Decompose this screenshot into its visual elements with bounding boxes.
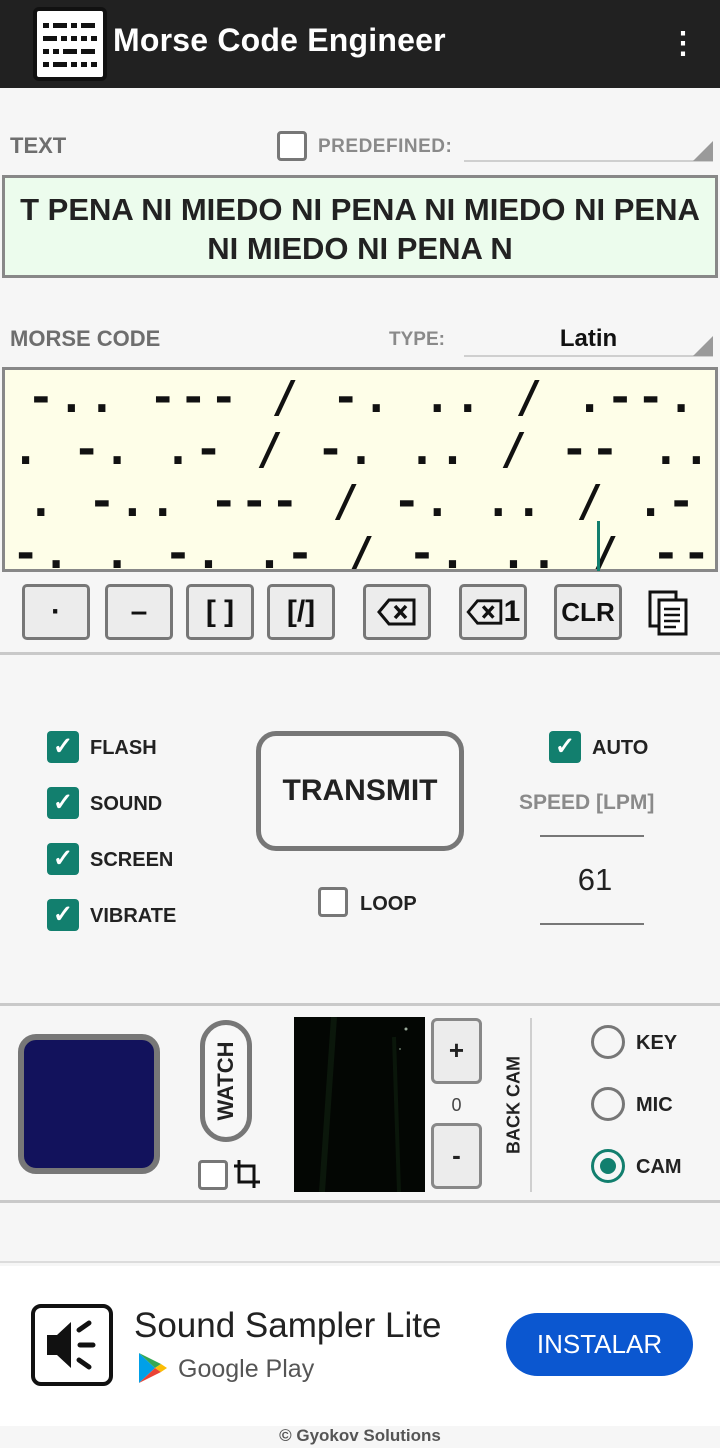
type-spinner[interactable] xyxy=(464,355,713,357)
camera-label: BACK CAM xyxy=(503,1056,524,1154)
crop-icon xyxy=(232,1158,262,1190)
watch-button[interactable]: WATCH xyxy=(200,1020,252,1142)
speed-label: SPEED [LPM] xyxy=(519,791,655,814)
type-spinner-value: Latin xyxy=(559,325,618,352)
morse-code-input[interactable]: -.. --- / -. .. / .--. . -. .- / -. .. /… xyxy=(2,367,718,572)
zoom-in-button[interactable]: + xyxy=(431,1018,482,1084)
backspace-icon xyxy=(466,599,502,625)
flash-label: FLASH xyxy=(90,737,157,759)
speed-input[interactable]: 61 xyxy=(540,862,650,898)
spinner-arrow-icon xyxy=(693,141,713,161)
footer-credit: © Gyokov Solutions xyxy=(279,1426,441,1445)
text-cursor xyxy=(597,521,600,571)
ad-title[interactable]: Sound Sampler Lite xyxy=(134,1306,441,1346)
mode-mic-radio[interactable] xyxy=(591,1087,625,1121)
loop-label: LOOP xyxy=(360,893,417,915)
ad-store-name: Google Play xyxy=(178,1355,315,1383)
speed-bottom-line xyxy=(540,923,644,925)
watch-label: WATCH xyxy=(213,1041,238,1121)
spinner-arrow-icon xyxy=(693,336,713,356)
vibrate-checkbox[interactable]: ✓ xyxy=(47,899,79,931)
zoom-out-button[interactable]: - xyxy=(431,1123,482,1189)
install-button[interactable]: INSTALAR xyxy=(506,1313,693,1376)
mode-mic-label: MIC xyxy=(636,1094,673,1116)
camera-preview xyxy=(294,1017,425,1192)
auto-checkbox[interactable]: ✓ xyxy=(549,731,581,763)
backspace-icon xyxy=(377,598,416,626)
speed-top-line xyxy=(540,835,644,837)
more-vert-icon[interactable]: ⋮ xyxy=(668,26,698,62)
app-logo-icon xyxy=(33,7,107,81)
mode-cam-radio[interactable] xyxy=(591,1149,625,1183)
google-play-icon xyxy=(137,1351,169,1385)
text-section-label: TEXT xyxy=(10,133,67,158)
transmit-button[interactable]: TRANSMIT xyxy=(256,731,464,851)
type-label: TYPE: xyxy=(389,329,445,350)
section-divider xyxy=(0,1003,720,1006)
backspace-one-button[interactable]: 1 xyxy=(459,584,527,640)
dot-button[interactable]: · xyxy=(22,584,90,640)
section-divider xyxy=(0,652,720,655)
mode-key-radio[interactable] xyxy=(591,1025,625,1059)
mode-key-label: KEY xyxy=(636,1032,678,1054)
text-input[interactable]: T PENA NI MIEDO NI PENA NI MIEDO NI PENA… xyxy=(2,175,718,278)
morse-code-text: -.. --- / -. .. / .--. . -. .- / -. .. /… xyxy=(12,372,714,572)
loop-checkbox[interactable] xyxy=(318,887,348,917)
receiver-divider xyxy=(530,1018,532,1192)
crop-checkbox[interactable] xyxy=(198,1160,228,1190)
predefined-spinner[interactable] xyxy=(464,160,713,162)
backspace-one-label: 1 xyxy=(503,595,521,628)
sound-label: SOUND xyxy=(90,793,163,815)
screen-checkbox[interactable]: ✓ xyxy=(47,843,79,875)
speaker-icon[interactable] xyxy=(31,1304,113,1386)
auto-label: AUTO xyxy=(592,737,649,759)
dash-button[interactable]: – xyxy=(105,584,173,640)
zoom-value: 0 xyxy=(451,1095,462,1115)
app-title: Morse Code Engineer xyxy=(113,22,446,58)
predefined-label: PREDEFINED: xyxy=(318,136,453,157)
mode-cam-label: CAM xyxy=(636,1156,682,1178)
sound-checkbox[interactable]: ✓ xyxy=(47,787,79,819)
camera-switch[interactable]: BACK CAM xyxy=(497,1050,531,1160)
section-divider xyxy=(0,1261,720,1263)
flash-checkbox[interactable]: ✓ xyxy=(47,731,79,763)
color-indicator xyxy=(18,1034,160,1174)
space-button[interactable]: [ ] xyxy=(186,584,254,640)
screen-label: SCREEN xyxy=(90,849,174,871)
section-divider xyxy=(0,1200,720,1203)
predefined-checkbox[interactable] xyxy=(277,131,307,161)
clear-button[interactable]: CLR xyxy=(554,584,622,640)
backspace-button[interactable] xyxy=(363,584,431,640)
morse-section-label: MORSE CODE xyxy=(10,326,161,351)
copy-icon[interactable] xyxy=(646,589,690,637)
vibrate-label: VIBRATE xyxy=(90,905,177,927)
slash-button[interactable]: [/] xyxy=(267,584,335,640)
